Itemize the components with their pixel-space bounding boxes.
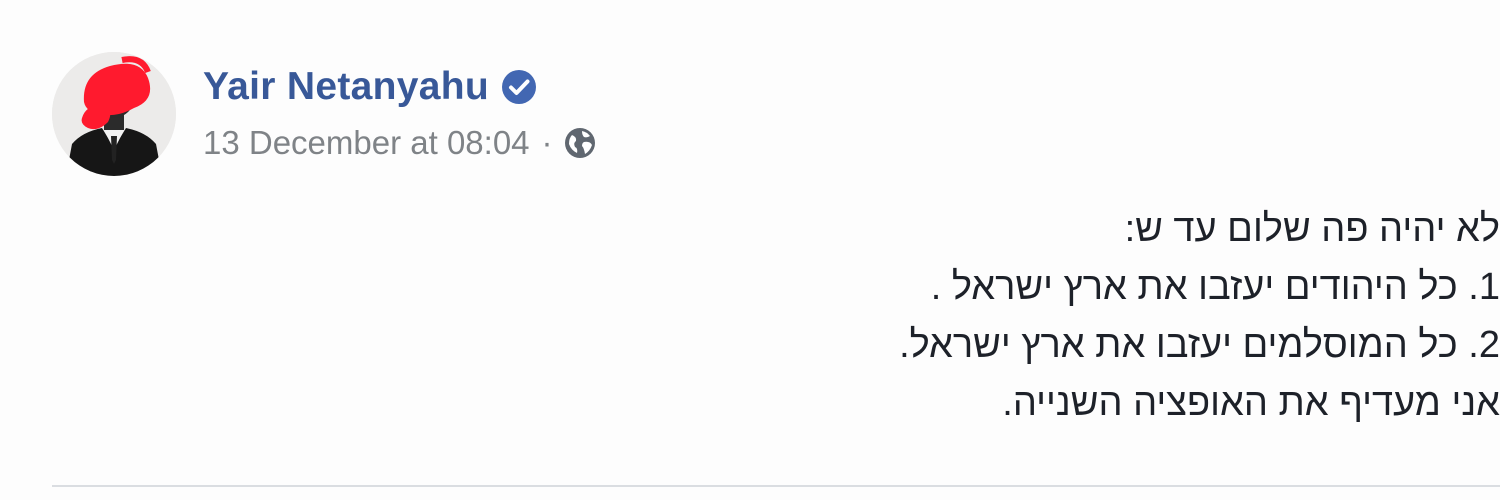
post-body-line: 1. כל היהודים יעזבו את ארץ ישראל . <box>930 266 1500 308</box>
meta-separator: · <box>541 124 553 161</box>
post-divider <box>52 485 1500 487</box>
post-timestamp[interactable]: 13 December at 08:04 <box>203 124 530 162</box>
avatar[interactable] <box>52 52 176 176</box>
facebook-post: Yair Netanyahu 13 December at 08:04 · לא… <box>0 0 1500 500</box>
avatar-image <box>52 52 176 176</box>
post-body-line: 2. כל המוסלמים יעזבו את ארץ ישראל. <box>899 324 1500 366</box>
verified-badge-icon <box>501 69 537 105</box>
post-meta: 13 December at 08:04 · <box>203 120 597 166</box>
post-body: לא יהיה פה שלום עד ש: 1. כל היהודים יעזב… <box>500 200 1500 432</box>
globe-icon[interactable] <box>563 126 597 160</box>
author-name[interactable]: Yair Netanyahu <box>203 65 489 109</box>
post-body-line: לא יהיה פה שלום עד ש: <box>1124 208 1500 250</box>
author-row: Yair Netanyahu <box>203 62 537 112</box>
post-body-line: אני מעדיף את האופציה השנייה. <box>1002 382 1500 424</box>
